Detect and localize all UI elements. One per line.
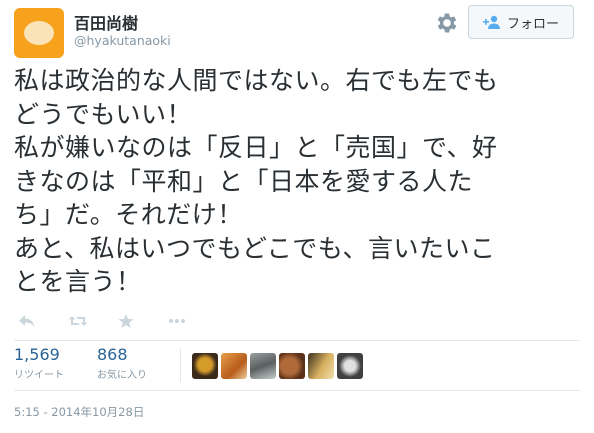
tweet-line: どうでもいい！: [14, 99, 193, 129]
add-user-icon: [482, 15, 500, 29]
retweet-stat[interactable]: 1,569 リツイート: [14, 345, 64, 381]
retweet-icon: [68, 316, 88, 326]
follow-button[interactable]: フォロー: [468, 5, 574, 39]
follow-button-label: フォロー: [506, 16, 559, 32]
avatar[interactable]: [279, 353, 305, 379]
stats-divider: [14, 340, 580, 341]
more-icon: [169, 319, 185, 323]
favorite-icon: [118, 314, 134, 328]
retweeter-avatars: [192, 353, 363, 379]
tweet-line: ち」だ。それだけ！: [14, 200, 243, 229]
tweet-line: あと、私はいつでもどこでも、言いたいこ: [14, 233, 496, 263]
display-name[interactable]: 百田尚樹: [74, 10, 138, 34]
tweet-line: 私が嫌いなのは「反日」と「売国」で、好: [14, 133, 498, 162]
avatar[interactable]: [14, 8, 64, 58]
retweet-label: リツイート: [14, 370, 64, 381]
tweet-text: 私は政治的な人間ではない。右でも左でも どうでもいい！ 私が嫌いなのは「反日」と…: [14, 64, 584, 299]
timestamp[interactable]: 5:15 - 2014年10月28日: [14, 404, 144, 420]
tweet-line: 私は政治的な人間ではない。右でも左でも: [14, 66, 499, 95]
tweet-actions: [18, 313, 218, 329]
retweet-button[interactable]: [68, 313, 88, 329]
gear-icon[interactable]: [434, 10, 460, 36]
tweet-line: とを言う！: [14, 267, 142, 296]
reply-icon: [19, 315, 35, 327]
tweet-line: きなのは「平和」と「日本を愛する人た: [14, 166, 474, 196]
avatar[interactable]: [250, 353, 276, 379]
egg-avatar-icon: [24, 21, 54, 45]
screen-name[interactable]: @hyakutanaoki: [74, 33, 171, 48]
reply-button[interactable]: [18, 313, 38, 329]
timestamp-divider: [14, 390, 580, 391]
stats-separator: [180, 348, 181, 382]
more-button[interactable]: [168, 313, 188, 329]
avatar[interactable]: [192, 353, 218, 379]
avatar[interactable]: [337, 353, 363, 379]
favorite-stat[interactable]: 868 お気に入り: [97, 345, 147, 381]
favorite-button[interactable]: [118, 313, 138, 329]
avatar[interactable]: [308, 353, 334, 379]
avatar[interactable]: [221, 353, 247, 379]
favorite-label: お気に入り: [97, 370, 147, 381]
favorite-count: 868: [97, 345, 128, 364]
retweet-count: 1,569: [14, 345, 60, 364]
